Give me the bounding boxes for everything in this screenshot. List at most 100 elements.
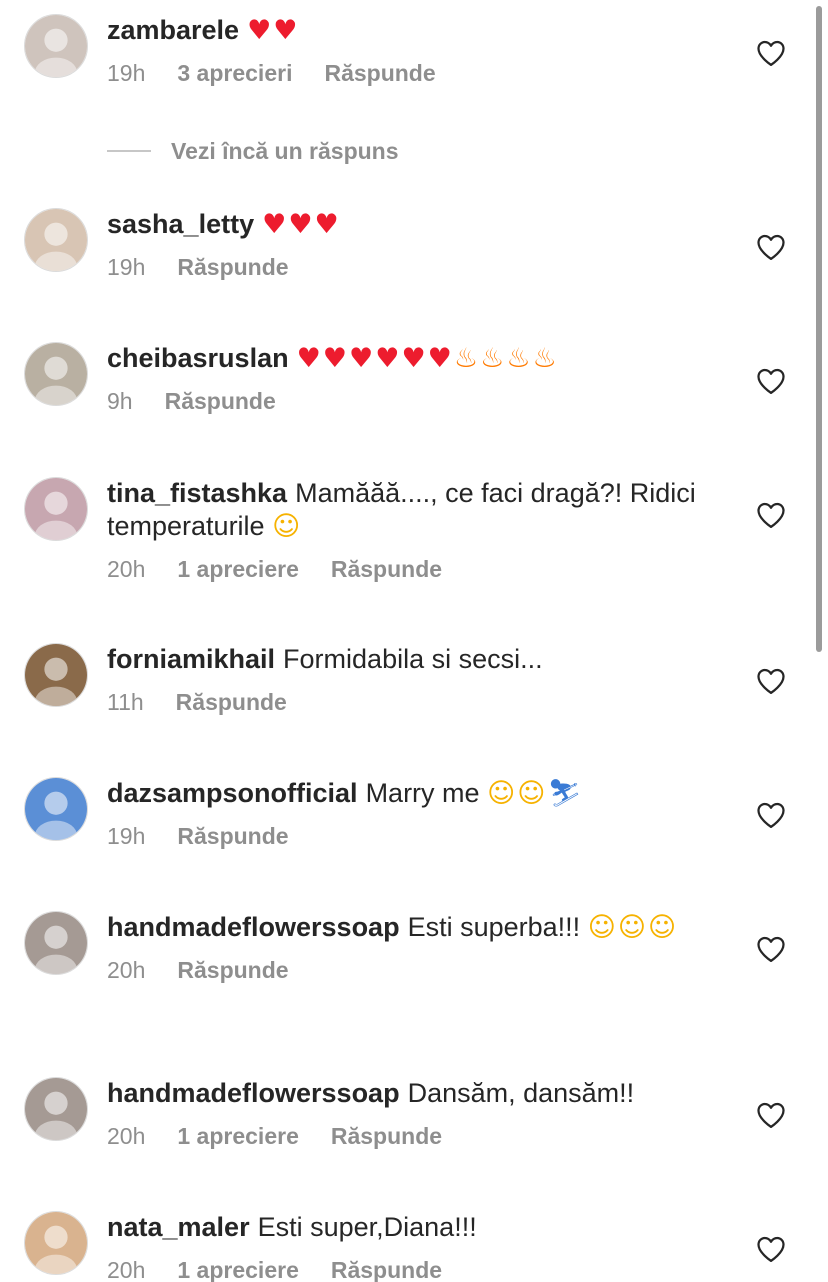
- avatar[interactable]: [24, 477, 88, 541]
- comment-text-line: forniamikhail Formidabila si secsi...: [107, 643, 727, 676]
- reply-button[interactable]: Răspunde: [324, 60, 435, 86]
- reply-button[interactable]: Răspunde: [331, 1257, 442, 1282]
- comment-body: sasha_letty ♥♥♥ 19h Răspunde: [107, 208, 727, 281]
- comment-username[interactable]: zambarele: [107, 15, 239, 45]
- comment-text: Esti superba!!!: [407, 912, 581, 942]
- comment-emojis: ♥♥♥: [262, 209, 341, 240]
- comments-list: zambarele ♥♥ 19h 3 aprecieri Răspunde Vezi …: [0, 0, 828, 1282]
- comment-text: Esti super,Diana!!!: [257, 1212, 477, 1242]
- comment-body: dazsampsonofficial Marry me ☺☺⛷ 19h Răspun…: [107, 777, 727, 850]
- comment-time: 20h: [107, 957, 146, 983]
- like-button[interactable]: [756, 501, 786, 529]
- red-heart-icon: ♥: [247, 15, 274, 46]
- view-more-replies-label: Vezi încă un răspuns: [171, 137, 399, 164]
- comment-username[interactable]: handmadeflowerssoap: [107, 1078, 400, 1108]
- comment-time: 9h: [107, 388, 133, 414]
- comment-meta: 9h Răspunde: [107, 387, 727, 415]
- comment-body: zambarele ♥♥ 19h 3 aprecieri Răspunde: [107, 14, 727, 87]
- comment-username[interactable]: dazsampsonofficial: [107, 778, 358, 808]
- comment-meta: 20h Răspunde: [107, 956, 727, 984]
- comment-text-line: handmadeflowerssoap Esti superba!!! ☺☺☺: [107, 911, 727, 944]
- comment-text-line: cheibasruslan ♥♥♥♥♥♥♨♨♨♨: [107, 342, 727, 375]
- comment-emojis: ♥♥♥♥♥♥♨♨♨♨: [297, 343, 559, 374]
- avatar[interactable]: [24, 14, 88, 78]
- avatar[interactable]: [24, 1211, 88, 1275]
- rofl-emoji-icon: ☺: [272, 511, 303, 542]
- heart-outline-icon: [757, 502, 785, 528]
- comment-emojis: ☺☺⛷: [487, 778, 584, 809]
- comment-text-line: handmadeflowerssoap Dansăm, dansăm!!: [107, 1077, 727, 1110]
- reply-button[interactable]: Răspunde: [177, 823, 288, 849]
- like-button[interactable]: [756, 39, 786, 67]
- comment-likes[interactable]: 3 aprecieri: [177, 60, 292, 86]
- avatar-image: [25, 209, 87, 271]
- comment-text: Marry me: [365, 778, 480, 808]
- reply-button[interactable]: Răspunde: [177, 254, 288, 280]
- reply-button[interactable]: Răspunde: [331, 1123, 442, 1149]
- like-button[interactable]: [756, 1101, 786, 1129]
- avatar-image: [25, 15, 87, 77]
- like-button[interactable]: [756, 935, 786, 963]
- view-more-replies[interactable]: Vezi încă un răspuns: [107, 137, 399, 165]
- comment-likes[interactable]: 1 apreciere: [177, 556, 298, 582]
- comment-meta: 20h 1 apreciere Răspunde: [107, 1122, 727, 1150]
- red-heart-icon: ♥: [314, 209, 341, 240]
- comment-text-line: tina_fistashka Mamăăă...., ce faci dragă?…: [107, 477, 727, 543]
- comment-time: 19h: [107, 254, 146, 280]
- red-heart-icon: ♥: [322, 343, 350, 374]
- avatar[interactable]: [24, 342, 88, 406]
- heart-eyes-emoji-icon: ☺: [587, 912, 618, 943]
- comment-emojis: ♥♥: [247, 15, 299, 46]
- comment-time: 20h: [107, 1257, 146, 1282]
- comment-username[interactable]: nata_maler: [107, 1212, 250, 1242]
- avatar[interactable]: [24, 911, 88, 975]
- avatar-image: [25, 912, 87, 974]
- avatar[interactable]: [24, 643, 88, 707]
- comment-username[interactable]: cheibasruslan: [107, 343, 289, 373]
- grinning-emoji-icon: ☺: [487, 778, 518, 809]
- like-button[interactable]: [756, 1235, 786, 1263]
- reply-button[interactable]: Răspunde: [177, 957, 288, 983]
- reply-button[interactable]: Răspunde: [176, 689, 287, 715]
- comment-username[interactable]: handmadeflowerssoap: [107, 912, 400, 942]
- heart-outline-icon: [757, 1236, 785, 1262]
- comment-text: Formidabila si secsi...: [283, 644, 543, 674]
- reply-button[interactable]: Răspunde: [165, 388, 276, 414]
- heart-outline-icon: [757, 368, 785, 394]
- red-heart-icon: ♥: [262, 209, 289, 240]
- avatar-image: [25, 778, 87, 840]
- comment-text-line: sasha_letty ♥♥♥: [107, 208, 727, 241]
- comment-time: 11h: [107, 689, 144, 715]
- comment-body: nata_maler Esti super,Diana!!! 20h 1 aprec…: [107, 1211, 727, 1282]
- like-button[interactable]: [756, 233, 786, 261]
- heart-eyes-emoji-icon: ☺: [648, 912, 679, 943]
- comment-username[interactable]: tina_fistashka: [107, 478, 287, 508]
- heart-eyes-emoji-icon: ☺: [617, 912, 648, 943]
- comment-body: tina_fistashka Mamăăă...., ce faci dragă?…: [107, 477, 727, 583]
- fire-icon: ♨: [453, 343, 481, 374]
- comment-emojis: ☺: [272, 511, 302, 542]
- comment-likes[interactable]: 1 apreciere: [177, 1257, 298, 1282]
- avatar[interactable]: [24, 208, 88, 272]
- comment-text-line: nata_maler Esti super,Diana!!!: [107, 1211, 727, 1244]
- like-button[interactable]: [756, 667, 786, 695]
- heart-outline-icon: [757, 234, 785, 260]
- avatar-image: [25, 478, 87, 540]
- scrollbar[interactable]: [816, 6, 822, 652]
- reply-button[interactable]: Răspunde: [331, 556, 442, 582]
- snowboarder-emoji-icon: ⛷: [547, 778, 584, 809]
- comment-username[interactable]: sasha_letty: [107, 209, 254, 239]
- comment-meta: 20h 1 apreciere Răspunde: [107, 555, 727, 583]
- comment-text-line: dazsampsonofficial Marry me ☺☺⛷: [107, 777, 727, 810]
- avatar[interactable]: [24, 1077, 88, 1141]
- comment-time: 19h: [107, 60, 146, 86]
- like-button[interactable]: [756, 367, 786, 395]
- comment-likes[interactable]: 1 apreciere: [177, 1123, 298, 1149]
- like-button[interactable]: [756, 801, 786, 829]
- comment-emojis: ☺☺☺: [588, 912, 678, 943]
- comment-text: Dansăm, dansăm!!: [407, 1078, 635, 1108]
- avatar[interactable]: [24, 777, 88, 841]
- fire-icon: ♨: [506, 343, 533, 374]
- red-heart-icon: ♥: [288, 209, 315, 240]
- comment-username[interactable]: forniamikhail: [107, 644, 275, 674]
